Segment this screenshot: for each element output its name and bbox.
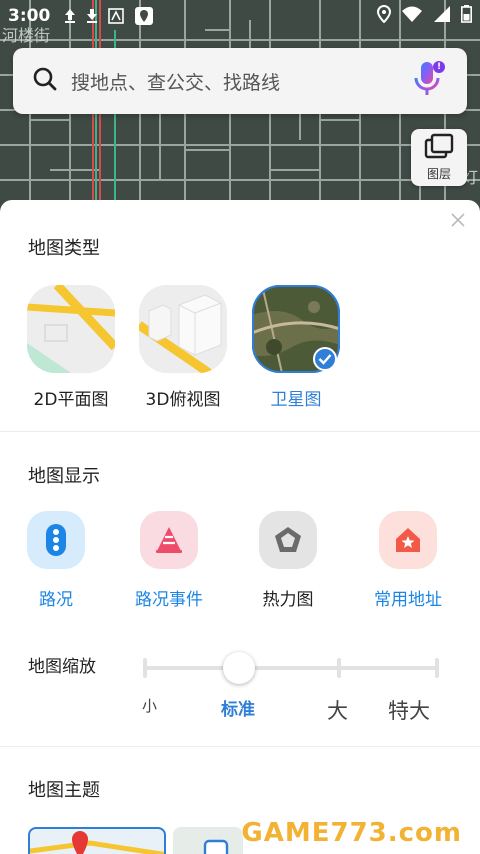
layers-icon [424,133,454,163]
zoom-label: 地图缩放 [28,657,96,677]
download-icon [86,8,98,24]
status-time: 3:00 [8,6,51,26]
map-type-label: 卫星图 [270,390,322,410]
app-notification-icon [108,8,125,24]
map-view[interactable]: 河楼街 灯 [0,0,480,230]
toggle-label: 路况事件 [135,590,203,610]
section-divider [0,746,480,747]
toggle-traffic-events[interactable]: 路况事件 [109,511,229,610]
upload-icon [64,8,76,24]
toggle-label: 常用地址 [374,590,442,610]
map-type-label: 2D平面图 [33,390,109,410]
pentagon-icon [259,511,317,569]
layers-panel: 地图类型 2D平面图 3D俯视图 卫星图 地图显示 路况 路况事件 热力图 常用… [0,200,480,854]
theme-card[interactable] [173,827,243,854]
section-divider [0,431,480,432]
map-type-title: 地图类型 [28,238,100,259]
zoom-tick [337,658,341,678]
map-type-3d[interactable]: 3D俯视图 [128,285,238,410]
voice-search-button[interactable]: ! [407,59,447,103]
map-type-label: 3D俯视图 [145,390,221,410]
layers-label: 图层 [426,167,451,181]
zoom-option-small[interactable]: 小 [142,695,157,716]
zoom-option-large[interactable]: 大 [327,695,348,725]
zoom-tick [435,658,439,678]
toggle-favorite-addresses[interactable]: 常用地址 [348,511,468,610]
map-2d-thumbnail [27,285,115,373]
watermark: GAME773.com [241,818,462,848]
theme-card[interactable] [28,827,166,854]
mic-badge: ! [433,61,445,73]
home-star-icon [379,511,437,569]
zoom-option-standard[interactable]: 标准 [221,695,255,720]
map-theme-title: 地图主题 [28,780,100,801]
battery-icon [461,4,472,28]
zoom-slider-track[interactable] [145,666,439,670]
location-icon [376,4,392,28]
selected-check-icon [313,347,337,371]
toggle-label: 路况 [39,590,73,610]
search-input[interactable]: 搜地点、查公交、找路线 [71,68,407,95]
layers-button[interactable]: 图层 [411,129,467,186]
map-display-title: 地图显示 [28,466,100,487]
traffic-light-icon [27,511,85,569]
wifi-icon [401,5,423,28]
map-3d-thumbnail [139,285,227,373]
toggle-label: 热力图 [262,590,314,610]
zoom-option-extra-large[interactable]: 特大 [388,695,430,725]
close-icon[interactable] [450,212,466,232]
toggle-traffic[interactable]: 路况 [0,511,116,610]
maps-app-icon [134,6,154,26]
zoom-slider-handle[interactable] [223,652,255,684]
zoom-tick [143,658,147,678]
status-bar: 3:00 [0,0,480,32]
toggle-heatmap[interactable]: 热力图 [228,511,348,610]
traffic-cone-icon [140,511,198,569]
signal-icon [433,5,451,28]
map-roads [0,0,480,230]
map-type-2d[interactable]: 2D平面图 [16,285,126,410]
search-bar[interactable]: 搜地点、查公交、找路线 ! [13,48,467,114]
map-type-satellite[interactable]: 卫星图 [241,285,351,410]
search-icon [33,67,57,95]
